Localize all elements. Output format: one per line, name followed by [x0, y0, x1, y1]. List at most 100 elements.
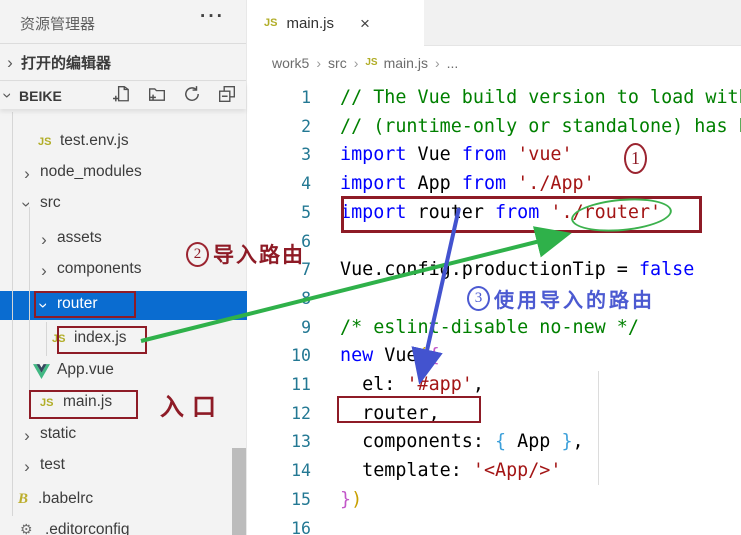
tree-item-assets[interactable]: › assets — [0, 225, 247, 254]
line-number: 7 — [301, 260, 311, 280]
more-actions-icon[interactable]: ··· — [200, 6, 225, 28]
breadcrumb: work5 › src › JS main.js ›... — [247, 46, 741, 79]
line-number: 1 — [301, 88, 311, 107]
line-number: 5 — [301, 202, 311, 222]
code-text: template: '<App/>' — [340, 460, 562, 482]
tree-item-label: main.js — [63, 393, 113, 410]
collapse-all-icon[interactable] — [218, 85, 236, 103]
tree-item-test-env-js[interactable]: JS test.env.js — [0, 128, 247, 157]
tree-item-static[interactable]: › static — [0, 421, 247, 450]
code-line-8[interactable]: 8 — [247, 284, 741, 313]
line-number: 13 — [291, 432, 311, 452]
open-editors-label: 打开的编辑器 — [21, 54, 112, 72]
line-number: 9 — [301, 317, 311, 337]
js-icon: JS — [52, 333, 66, 345]
code-text: import Vue from 'vue' — [340, 144, 573, 166]
tree-item-router[interactable]: › router — [0, 291, 247, 320]
js-icon: JS — [365, 57, 378, 68]
tree-item-label: assets — [57, 229, 102, 246]
line-number: 12 — [291, 403, 311, 423]
chevron-right-icon: › — [434, 54, 440, 71]
line-number: 11 — [291, 375, 311, 394]
tree-item-babelrc[interactable]: B .babelrc — [0, 486, 247, 515]
tree-item-label: .editorconfig — [45, 521, 130, 535]
code-line-11[interactable]: 11 el: '#app', — [247, 370, 741, 399]
js-icon: JS — [40, 397, 54, 409]
code-line-7[interactable]: 7 Vue.config.productionTip = false — [247, 255, 741, 284]
code-line-4[interactable]: 4 import App from './App' — [247, 169, 741, 198]
tree-item-label: test.env.js — [60, 132, 129, 149]
tree-item-node-modules[interactable]: › node_modules — [0, 159, 247, 188]
tree-item-label: components — [57, 260, 142, 277]
sidebar-scrollbar[interactable] — [232, 448, 246, 535]
breadcrumb-item-[interactable]: ... — [447, 55, 459, 71]
tree-item-label: test — [40, 456, 65, 473]
code-line-14[interactable]: 14 template: '<App/>' — [247, 456, 741, 485]
chevron-right-icon: › — [41, 230, 47, 249]
tree-item-label: index.js — [74, 329, 127, 346]
close-icon[interactable]: × — [360, 15, 370, 32]
chevron-right-icon: › — [41, 261, 47, 280]
line-number: 10 — [291, 346, 311, 366]
tree-item-label: .babelrc — [38, 490, 94, 507]
code-line-3[interactable]: 3 import Vue from 'vue' — [247, 140, 741, 169]
code-line-12[interactable]: 12 router, — [247, 399, 741, 428]
code-line-2[interactable]: 2 // (runtime-only or standalone) has bee… — [247, 112, 741, 141]
chevron-down-icon: › — [34, 302, 54, 309]
refresh-icon[interactable] — [183, 85, 201, 103]
babel-icon: B — [18, 491, 29, 507]
tree-item-label: App.vue — [57, 361, 114, 378]
tree-item-main-js[interactable]: JS main.js — [0, 389, 247, 418]
tree-item-label: node_modules — [40, 163, 142, 180]
tree-item-index-js[interactable]: JS index.js — [0, 325, 247, 354]
code-line-1[interactable]: 1 // The Vue build version to load with t… — [247, 83, 741, 112]
code-line-13[interactable]: 13 components: { App }, — [247, 427, 741, 456]
line-number: 3 — [301, 145, 311, 165]
code-line-6[interactable]: 6 — [247, 227, 741, 256]
step-1-badge: 1 — [624, 143, 647, 174]
code-line-16[interactable]: 16 — [247, 514, 741, 535]
folder-section-header[interactable]: › BEIKE — [0, 82, 246, 109]
tree-item-label: src — [40, 194, 61, 211]
chevron-right-icon: › — [353, 54, 359, 71]
breadcrumb-item-src[interactable]: src — [328, 55, 347, 71]
new-file-icon[interactable] — [113, 85, 131, 103]
line-number: 15 — [291, 489, 311, 509]
code-text: /* eslint-disable no-new */ — [340, 316, 639, 338]
chevron-right-icon: › — [7, 52, 13, 72]
code-text: // The Vue build version to load with th… — [340, 87, 741, 108]
code-text: new Vue({ — [340, 345, 440, 367]
code-text: // (runtime-only or standalone) has been… — [340, 115, 741, 137]
code-line-5[interactable]: 5 import router from './router' — [247, 198, 741, 227]
tree-item-editorconfig[interactable]: ⚙ .editorconfig — [0, 517, 247, 535]
chevron-right-icon: › — [24, 164, 30, 183]
new-folder-icon[interactable] — [148, 85, 166, 103]
code-text: import App from './App' — [340, 173, 595, 195]
code-text: Vue.config.productionTip = false — [340, 259, 695, 281]
tree-item-src[interactable]: › src — [0, 190, 247, 219]
tab-main-js[interactable]: JS main.js × — [247, 0, 424, 46]
line-number: 8 — [301, 288, 311, 308]
chevron-right-icon: › — [24, 457, 30, 476]
open-editors-section[interactable]: › 打开的编辑器 — [0, 43, 246, 81]
code-text: import router from './router' — [340, 201, 662, 223]
indent-guide — [12, 112, 13, 516]
breadcrumb-item-mainjs[interactable]: main.js — [384, 55, 428, 71]
code-line-9[interactable]: 9 /* eslint-disable no-new */ — [247, 313, 741, 342]
vue-icon — [33, 364, 50, 384]
code-line-15[interactable]: 15}) — [247, 485, 741, 514]
tree-item-app-vue[interactable]: App.vue — [0, 357, 247, 386]
line-number: 14 — [291, 461, 311, 481]
line-number: 4 — [301, 174, 311, 194]
chevron-right-icon: › — [24, 426, 30, 445]
tree-item-label: router — [57, 295, 98, 312]
tree-item-test[interactable]: › test — [0, 452, 247, 481]
code-text: components: { App }, — [340, 431, 584, 453]
code-line-10[interactable]: 10 new Vue({ — [247, 341, 741, 370]
breadcrumb-item-work5[interactable]: work5 — [272, 55, 309, 71]
tree-item-components[interactable]: › components — [0, 256, 247, 285]
gear-icon: ⚙ — [20, 521, 33, 535]
editor-area: JS main.js × work5 › src › JS main.js ›... 1 //… — [247, 0, 741, 535]
folder-name: BEIKE — [19, 87, 62, 104]
tab-title: main.js — [286, 14, 334, 32]
